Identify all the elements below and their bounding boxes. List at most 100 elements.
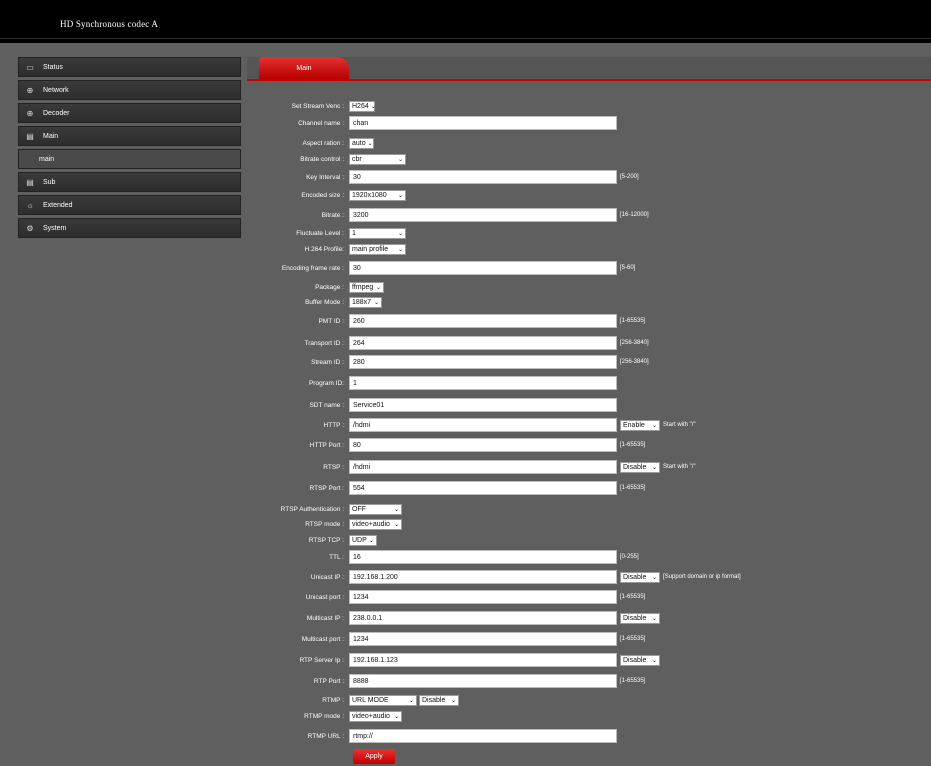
text-field[interactable]: 260 (349, 314, 617, 328)
keyboard-icon: ▤ (26, 177, 34, 187)
field-label: TTL : (329, 553, 344, 561)
text-field[interactable]: /hdmi (349, 418, 617, 432)
sidebar-item-sub[interactable]: ▤ Sub (18, 172, 241, 192)
sidebar-item-label: Decoder (43, 109, 70, 117)
dropdown-select[interactable]: video+audio ⌄ (349, 710, 402, 722)
dropdown-select[interactable]: cbr ⌄ (349, 153, 406, 165)
text-field[interactable]: 30 (349, 261, 617, 275)
text-field[interactable]: 16 (349, 550, 617, 564)
dropdown-select[interactable]: Disable ⌄ (620, 654, 660, 666)
sidebar-item-decoder[interactable]: ⊕ Decoder (18, 103, 241, 123)
field-label: Encoded size : (301, 191, 344, 199)
sidebar-item-extended[interactable]: ☼ Extended (18, 195, 241, 215)
form-row: Fluctuate Level : 1 ⌄ (247, 226, 406, 240)
sidebar-item-label: Network (43, 86, 69, 94)
dropdown-value: 188x7 (352, 298, 372, 306)
field-label: RTSP mode : (305, 520, 344, 528)
dropdown-select[interactable]: auto ⌄ (349, 137, 374, 149)
dropdown-select[interactable]: ffmpeg ⌄ (349, 281, 384, 293)
field-label: HTTP Port : (309, 441, 344, 449)
field-hint: [0-255] (620, 554, 639, 560)
text-field[interactable]: 192.168.1.123 (349, 653, 617, 667)
form-row: TTL : 16 [0-255] (247, 550, 639, 564)
field-hint: [5-200] (620, 174, 639, 180)
form-row: Encoding frame rate : 30 [5-60] (247, 261, 635, 275)
field-label: Channel name : (298, 119, 344, 127)
field-label: Fluctuate Level : (296, 229, 344, 237)
form-row: RTP Port : 8888 [1-65535] (247, 674, 645, 688)
text-field[interactable]: 264 (349, 336, 617, 350)
field-label: Package : (315, 283, 344, 291)
field-hint: [Support domain or ip format] (663, 574, 741, 580)
chevron-down-icon: ⌄ (368, 537, 374, 544)
sidebar-item-network[interactable]: ⊕ Network (18, 80, 241, 100)
text-field[interactable]: 1 (349, 376, 617, 390)
chevron-down-icon: ⌄ (375, 284, 381, 291)
dropdown-select[interactable]: video+audio ⌄ (349, 518, 402, 530)
field-label: SDT name : (309, 401, 344, 409)
field-hint: [256-3840] (620, 340, 649, 346)
text-field[interactable]: 238.0.0.1 (349, 611, 617, 625)
dropdown-select[interactable]: 1 ⌄ (349, 227, 406, 239)
field-hint: Start with "/" (663, 422, 696, 428)
dropdown-select[interactable]: 188x7 ⌄ (349, 296, 382, 308)
dropdown-select[interactable]: main profile ⌄ (349, 243, 406, 255)
dropdown-select[interactable]: UDP ⌄ (349, 534, 377, 546)
text-field[interactable]: 3200 (349, 208, 617, 222)
chevron-down-icon: ⌄ (397, 246, 403, 253)
form-row: Key Interval : 30 [5-200] (247, 170, 639, 184)
text-field[interactable]: /hdmi (349, 460, 617, 474)
tab-main[interactable]: Main (259, 57, 349, 79)
dropdown-select[interactable]: Disable ⌄ (419, 694, 459, 706)
dropdown-select[interactable]: URL MODE ⌄ (349, 694, 417, 706)
sidebar-item-label: Main (43, 132, 59, 140)
dropdown-value: ffmpeg (352, 283, 374, 291)
text-field[interactable]: chan (349, 116, 617, 130)
text-field[interactable]: rtmp:// (349, 729, 617, 743)
sun-icon: ☼ (26, 200, 34, 210)
dropdown-value: URL MODE (352, 696, 389, 704)
field-hint: [1-65535] (620, 442, 646, 448)
field-label: H.264 Profile: (304, 245, 344, 253)
dropdown-select[interactable]: H264 ⌄ (349, 100, 376, 112)
field-hint: Start with "/" (663, 464, 696, 470)
dropdown-select[interactable]: 1920x1080 ⌄ (349, 189, 406, 201)
field-label: Program ID: (308, 379, 344, 387)
field-label: Set Stream Venc : (291, 102, 344, 110)
sidebar-item-system[interactable]: ⚙ System (18, 218, 241, 238)
text-field[interactable]: 1234 (349, 632, 617, 646)
field-label: PMT ID : (318, 317, 344, 325)
text-field[interactable]: 1234 (349, 590, 617, 604)
text-field[interactable]: Service01 (349, 398, 617, 412)
sidebar-item-main[interactable]: ▤ Main (18, 126, 241, 146)
field-label: Unicast port : (305, 593, 344, 601)
text-field[interactable]: 80 (349, 438, 617, 452)
sidebar-item-main[interactable]: main (18, 149, 241, 169)
field-label: Aspect ration : (302, 139, 344, 147)
dropdown-value: 1920x1080 (352, 191, 387, 199)
chevron-down-icon: ⌄ (651, 422, 657, 429)
chevron-down-icon: ⌄ (397, 156, 403, 163)
tab-bar: Main (247, 57, 931, 81)
text-field[interactable]: 280 (349, 355, 617, 369)
field-label: Multicast port : (301, 635, 344, 643)
field-label: Multicast IP : (306, 614, 344, 622)
form-row: Bitrate control : cbr ⌄ (247, 152, 406, 166)
dropdown-select[interactable]: Disable ⌄ (620, 571, 660, 583)
dropdown-value: UDP (352, 536, 367, 544)
dropdown-select[interactable]: Enable ⌄ (620, 419, 660, 431)
dropdown-select[interactable]: Disable ⌄ (620, 612, 660, 624)
text-field[interactable]: 554 (349, 481, 617, 495)
text-field[interactable]: 192.168.1.200 (349, 570, 617, 584)
dropdown-select[interactable]: OFF ⌄ (349, 503, 402, 515)
dropdown-value: video+audio (352, 712, 390, 720)
dropdown-select[interactable]: Disable ⌄ (620, 461, 660, 473)
chevron-down-icon: ⌄ (397, 192, 403, 199)
text-field[interactable]: 30 (349, 170, 617, 184)
apply-button[interactable]: Apply (353, 749, 395, 764)
sidebar-item-status[interactable]: ▭ Status (18, 57, 241, 77)
text-field[interactable]: 8888 (349, 674, 617, 688)
form-row: RTSP TCP : UDP ⌄ (247, 533, 377, 547)
sidebar-item-label: Sub (43, 178, 56, 186)
field-label: RTSP Authentication : (280, 505, 344, 513)
